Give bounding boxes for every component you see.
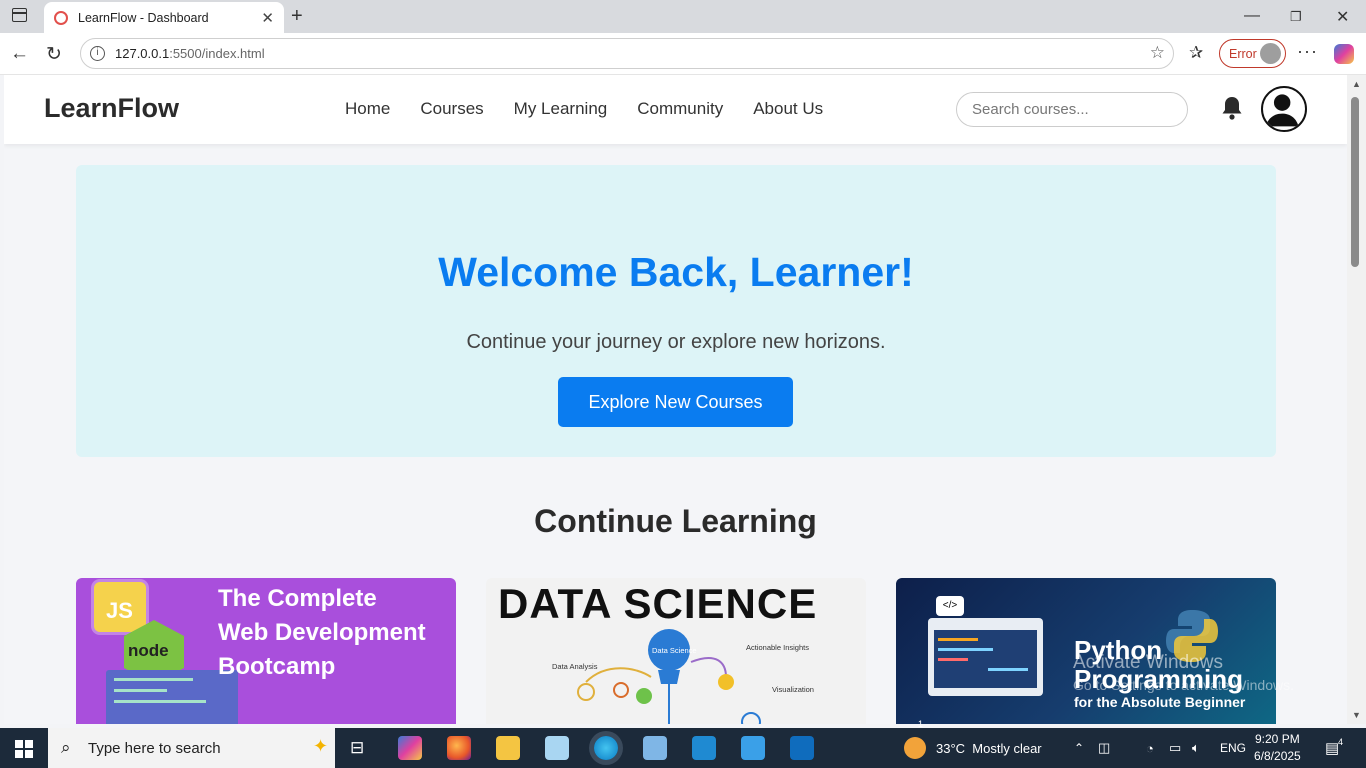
sidebar-toggle-icon[interactable] xyxy=(12,8,27,22)
scrollbar-thumb[interactable] xyxy=(1351,97,1359,267)
nav-community[interactable]: Community xyxy=(637,99,723,119)
hero-subtitle: Continue your journey or explore new hor… xyxy=(466,331,886,353)
data-science-illustration xyxy=(577,629,761,724)
weather-desc: Mostly clear xyxy=(972,740,1042,756)
favorites-icon[interactable]: ✰ xyxy=(1189,43,1203,63)
nav-home[interactable]: Home xyxy=(345,99,390,119)
task-view-icon[interactable]: ⊟ xyxy=(350,728,364,768)
browser-tab[interactable]: LearnFlow - Dashboard ✕ xyxy=(44,2,284,33)
file-explorer-icon[interactable] xyxy=(496,736,520,760)
more-menu-icon[interactable]: ··· xyxy=(1297,41,1318,62)
course-card-python[interactable]: </> Python Programming for the Absolute … xyxy=(896,578,1276,724)
nav-courses[interactable]: Courses xyxy=(420,99,483,119)
profile-avatar-icon xyxy=(1260,43,1281,64)
search-input[interactable] xyxy=(956,92,1188,127)
course-title-line: Bootcamp xyxy=(218,653,336,680)
taskbar-search[interactable]: ⌕ Type here to search ✦ xyxy=(48,728,335,768)
url-field[interactable]: i 127.0.0.1:5500/index.html ☆ xyxy=(80,38,1174,69)
favicon-icon xyxy=(54,10,68,25)
volume-icon[interactable]: 🔈︎ xyxy=(1192,728,1200,768)
system-clock[interactable]: 9:20 PM 6/8/2025 xyxy=(1254,731,1301,765)
app-icon[interactable] xyxy=(545,736,569,760)
main-nav: Home Courses My Learning Community About… xyxy=(345,99,823,119)
address-bar-row: ← ↻ i 127.0.0.1:5500/index.html ☆ ✰ Erro… xyxy=(0,33,1366,75)
page-scrollbar[interactable]: ▲ ▼ xyxy=(1347,75,1366,724)
edge-icon[interactable] xyxy=(594,736,618,760)
weather-widget[interactable]: 33°C Mostly clear xyxy=(904,728,1042,768)
activate-windows-subtext: Go to Settings to activate Windows. xyxy=(1073,677,1294,693)
url-host: 127.0.0.1 xyxy=(115,46,170,61)
code-bubble-icon: </> xyxy=(936,596,964,616)
notification-count: 4 xyxy=(1338,737,1344,747)
wifi-icon[interactable]: ◔ xyxy=(1146,728,1154,768)
hero-title: Welcome Back, Learner! xyxy=(438,249,914,295)
url-path: :5500/index.html xyxy=(169,46,265,61)
profile-error-button[interactable]: Error xyxy=(1219,39,1286,68)
reload-icon[interactable]: ↻ xyxy=(46,43,62,66)
visualization-label: Visualization xyxy=(772,685,814,694)
activate-windows-watermark: Activate Windows xyxy=(1073,652,1223,673)
new-tab-icon[interactable]: + xyxy=(291,5,303,28)
profile-status-label: Error xyxy=(1229,46,1257,61)
notification-icon[interactable]: ▤ xyxy=(1325,728,1339,768)
actionable-insights-label: Actionable Insights xyxy=(746,643,809,652)
close-tab-icon[interactable]: ✕ xyxy=(261,9,274,27)
course-title-line: The Complete xyxy=(218,585,377,612)
course-title: DATA SCIENCE xyxy=(498,580,818,627)
hero-banner: Welcome Back, Learner! Continue your jou… xyxy=(76,165,1276,457)
course-card-data-science[interactable]: DATA SCIENCE Data Science Data Analysis … xyxy=(486,578,866,724)
node-label: node xyxy=(128,641,169,660)
laptop-app-icon[interactable] xyxy=(643,736,667,760)
search-icon: ⌕ xyxy=(61,738,71,757)
clock-date: 6/8/2025 xyxy=(1254,749,1301,763)
back-icon[interactable]: ← xyxy=(10,43,29,65)
copilot-icon[interactable] xyxy=(1334,44,1354,64)
show-hidden-icons[interactable]: ⌃ xyxy=(1074,728,1084,768)
tab-title: LearnFlow - Dashboard xyxy=(78,10,209,25)
windows-start-icon[interactable] xyxy=(15,740,33,758)
store-icon[interactable] xyxy=(741,736,765,760)
course-subtitle: for the Absolute Beginner xyxy=(1074,694,1246,710)
taskbar-search-placeholder: Type here to search xyxy=(88,739,221,757)
outlook-icon[interactable] xyxy=(790,736,814,760)
maximize-icon[interactable]: ❐ xyxy=(1290,9,1302,25)
weather-icon xyxy=(904,737,926,759)
weather-temp: 33°C xyxy=(936,740,966,756)
clock-time: 9:20 PM xyxy=(1255,732,1300,746)
course-card-web-bootcamp[interactable]: JS node The Complete Web Development Boo… xyxy=(76,578,456,724)
monitor-graphic xyxy=(928,618,1043,696)
vscode-icon[interactable] xyxy=(692,736,716,760)
course-title: The Complete Web Development Bootcamp xyxy=(218,582,426,684)
sparkle-icon: ✦ xyxy=(313,736,329,756)
weather-badge: 1 xyxy=(918,719,924,729)
data-analysis-label: Data Analysis xyxy=(552,662,598,671)
user-icon xyxy=(1265,94,1299,127)
minimize-icon[interactable]: — xyxy=(1244,7,1260,25)
nav-about-us[interactable]: About Us xyxy=(753,99,823,119)
language-indicator[interactable]: ENG xyxy=(1220,728,1246,768)
explore-courses-button[interactable]: Explore New Courses xyxy=(558,377,793,427)
hub-label: Data Science xyxy=(652,646,697,655)
windows-taskbar: ⌕ Type here to search ✦ ⊟ 33°C Mostly cl… xyxy=(0,719,1366,768)
user-avatar[interactable] xyxy=(1261,86,1307,132)
battery-icon[interactable]: ▭ xyxy=(1169,728,1181,768)
page-viewport: LearnFlow Home Courses My Learning Commu… xyxy=(4,75,1347,724)
scroll-down-icon[interactable]: ▼ xyxy=(1352,710,1361,720)
course-title-line: Web Development xyxy=(218,619,426,646)
copilot-taskbar-icon[interactable] xyxy=(398,736,422,760)
close-window-icon[interactable]: ✕ xyxy=(1336,7,1349,27)
site-logo[interactable]: LearnFlow xyxy=(44,93,179,124)
site-header: LearnFlow Home Courses My Learning Commu… xyxy=(4,75,1347,144)
firefox-icon[interactable] xyxy=(447,736,471,760)
favorite-star-icon[interactable]: ☆ xyxy=(1150,43,1165,63)
continue-learning-heading: Continue Learning xyxy=(534,503,817,539)
network-icon[interactable]: ◫ xyxy=(1098,728,1110,768)
site-info-icon[interactable]: i xyxy=(90,46,105,61)
bell-icon[interactable] xyxy=(1220,95,1244,121)
nav-my-learning[interactable]: My Learning xyxy=(514,99,608,119)
browser-tab-bar: LearnFlow - Dashboard ✕ + — ❐ ✕ xyxy=(0,0,1366,33)
scroll-up-icon[interactable]: ▲ xyxy=(1352,79,1361,89)
